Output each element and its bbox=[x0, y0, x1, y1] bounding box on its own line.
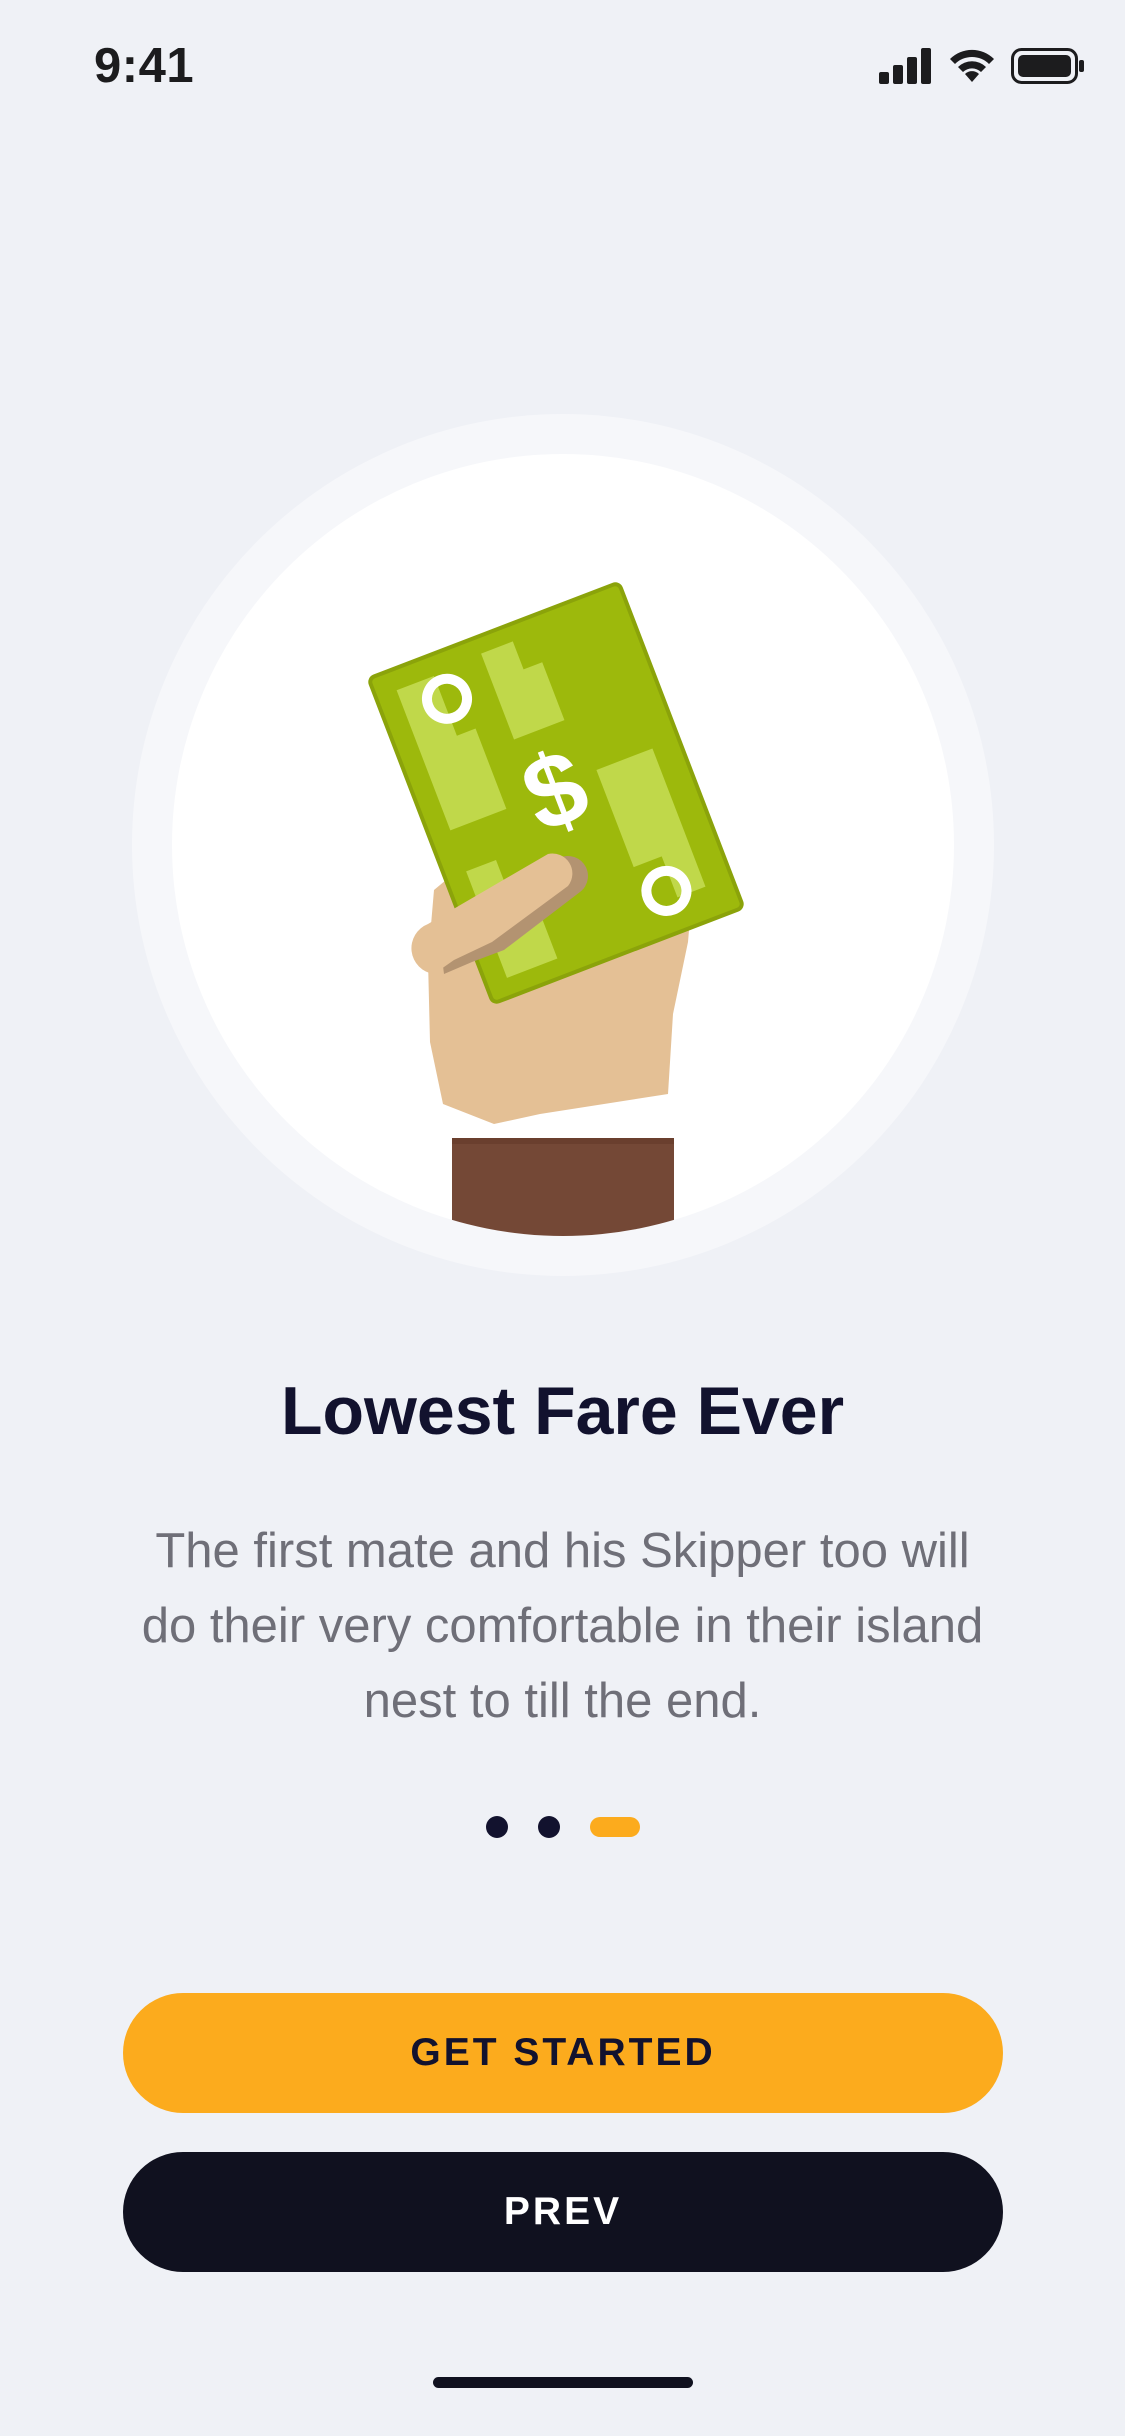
status-bar: 9:41 bbox=[0, 0, 1125, 132]
home-indicator[interactable] bbox=[433, 2377, 693, 2388]
page-dot-1[interactable] bbox=[485, 1816, 508, 1838]
page-dot-2[interactable] bbox=[537, 1816, 560, 1838]
prev-button[interactable]: PREV bbox=[123, 2152, 1003, 2272]
get-started-button[interactable]: GET STARTED bbox=[123, 1993, 1003, 2113]
onboarding-description: The first mate and his Skipper too will … bbox=[141, 1524, 984, 1728]
battery-icon bbox=[1011, 47, 1085, 89]
onboarding-screen: 9:41 $ Lowest Fare Ever The first mate a… bbox=[0, 0, 1125, 2436]
status-icons bbox=[879, 46, 1085, 90]
cellular-signal-icon bbox=[879, 47, 933, 89]
onboarding-title: Lowest Fare Ever bbox=[280, 1373, 845, 1449]
hero-illustration: $ bbox=[132, 414, 994, 1276]
page-indicator bbox=[0, 1814, 1125, 1840]
wifi-icon bbox=[947, 48, 997, 89]
page-dot-3-active[interactable] bbox=[589, 1817, 640, 1837]
status-time: 9:41 bbox=[94, 39, 195, 93]
